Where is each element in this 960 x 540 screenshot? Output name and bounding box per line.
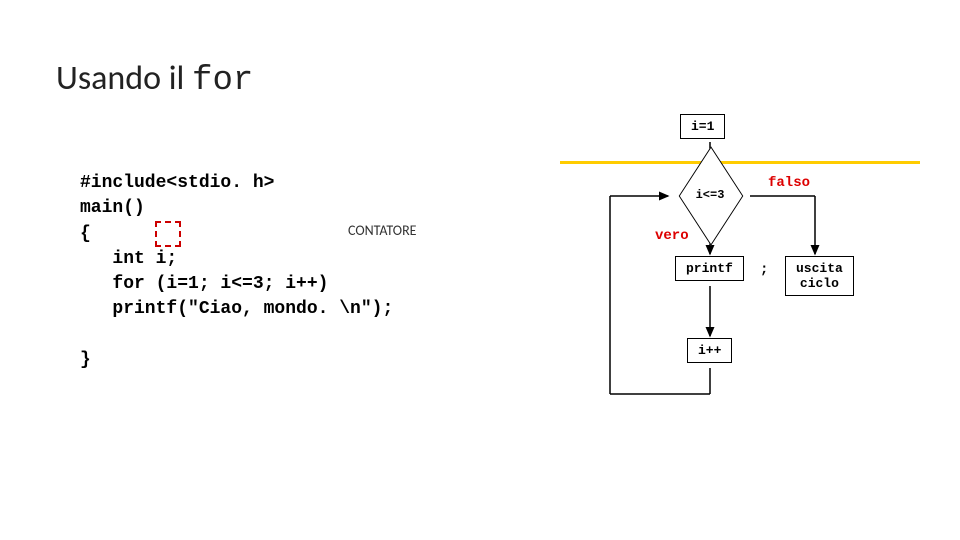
- code-block: #include<stdio. h> main() { int i; for (…: [80, 146, 393, 373]
- code-line: {: [80, 224, 91, 244]
- code-line: printf("Ciao, mondo. \n");: [80, 299, 393, 319]
- flow-true-label: vero: [655, 228, 689, 244]
- code-line: #include<stdio. h>: [80, 173, 274, 193]
- code-line: }: [80, 350, 91, 370]
- contatore-label: CONTATORE: [348, 222, 417, 239]
- code-line: for (i=1; i<=3; i++): [80, 274, 328, 294]
- flow-condition-diamond: i<=3: [670, 170, 750, 220]
- flow-semicolon: ;: [760, 262, 768, 278]
- flow-exit-box: uscita ciclo: [785, 256, 854, 296]
- flow-body-box: printf: [675, 256, 744, 281]
- flow-inc-box: i++: [687, 338, 732, 363]
- title-prefix: Usando il: [56, 58, 192, 99]
- flow-exit-text2: ciclo: [800, 276, 839, 291]
- flow-cond-text: i<=3: [696, 188, 725, 202]
- flow-inc-text: i++: [698, 343, 721, 358]
- slide-title: Usando il for: [56, 58, 253, 100]
- code-line: main(): [80, 198, 145, 218]
- flow-init-text: i=1: [691, 119, 714, 134]
- flow-init-box: i=1: [680, 114, 725, 139]
- flow-false-label: falso: [768, 175, 810, 191]
- flow-exit-text1: uscita: [796, 261, 843, 276]
- flow-body-text: printf: [686, 261, 733, 276]
- code-line: int i;: [80, 249, 177, 269]
- variable-i-highlight: [155, 221, 181, 247]
- flowchart: i=1 i<=3 vero falso ; printf uscita cicl…: [560, 104, 920, 424]
- title-keyword: for: [192, 62, 253, 100]
